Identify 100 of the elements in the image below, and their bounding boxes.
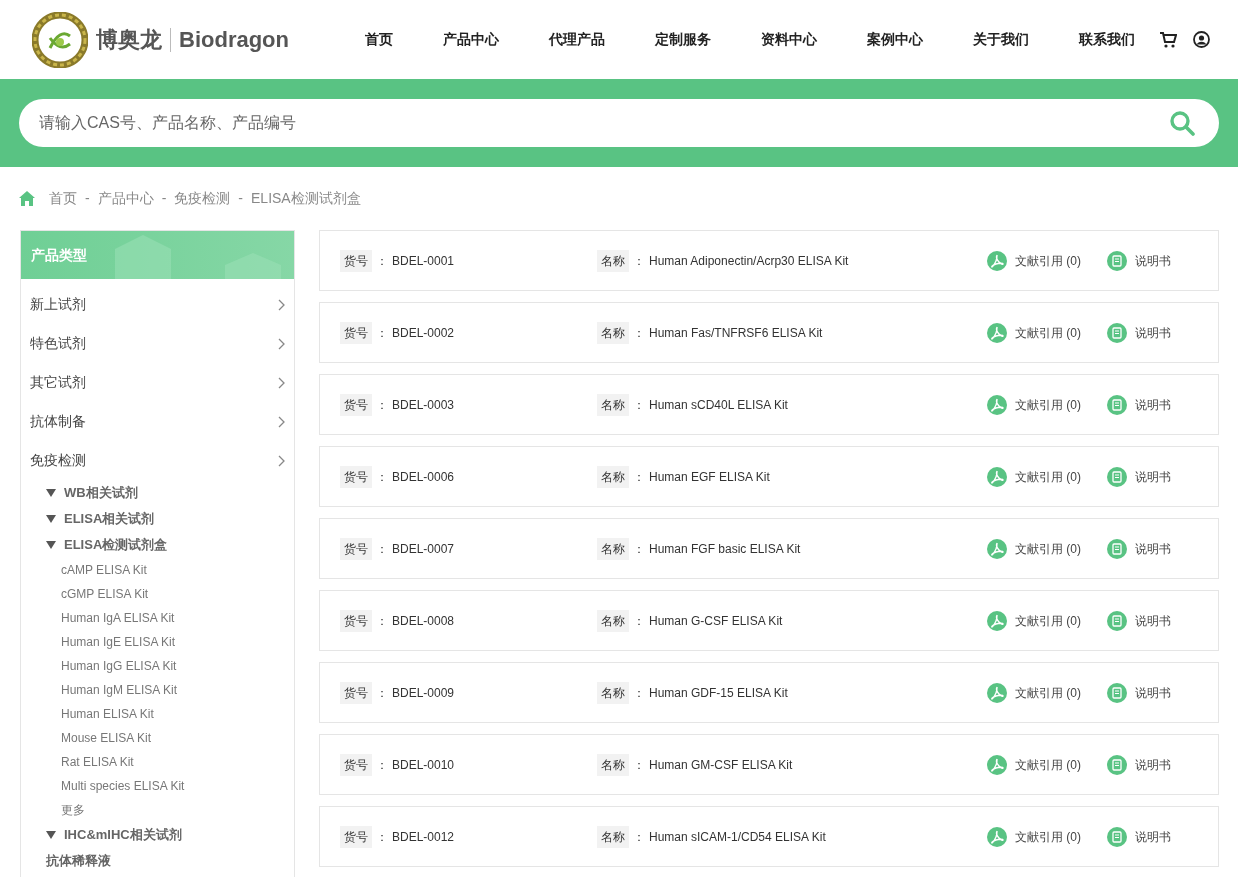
manual-link[interactable]: 说明书	[1135, 467, 1171, 486]
nav-link[interactable]: 关于我们	[973, 29, 1029, 50]
product-code: BDEL-0009	[392, 684, 455, 702]
pdf-icon	[987, 538, 1007, 559]
citations-link[interactable]: 文献引用 (0)	[1015, 683, 1081, 702]
sidebar-subitem[interactable]: Human ELISA Kit	[21, 702, 294, 726]
search-field[interactable]: 请输入CAS号、产品名称、产品编号	[19, 99, 1219, 147]
chevron-right-icon	[277, 337, 285, 350]
breadcrumb-link[interactable]: 产品中心	[97, 188, 154, 209]
nav-link[interactable]: 首页	[365, 29, 393, 50]
nav-link[interactable]: 案例中心	[867, 29, 923, 50]
field-colon: ：	[376, 540, 388, 558]
sidebar-item[interactable]: 抗体制备	[21, 402, 294, 441]
field-label: 货号	[340, 321, 372, 344]
nav-link[interactable]: 联系我们	[1079, 29, 1135, 50]
manual-link[interactable]: 说明书	[1135, 827, 1171, 846]
sidebar-item[interactable]: 特色试剂	[21, 324, 294, 363]
field-label: 名称	[597, 681, 629, 704]
document-icon	[1107, 250, 1127, 271]
sidebar-subitem[interactable]: cGMP ELISA Kit	[21, 582, 294, 606]
field-label: 货号	[340, 249, 372, 272]
product-code: BDEL-0008	[392, 612, 455, 630]
field-label: 货号	[340, 681, 372, 704]
expanded-triangle-icon[interactable]	[46, 540, 56, 550]
field-colon: ：	[633, 756, 645, 774]
sidebar-item[interactable]: 其它试剂	[21, 363, 294, 402]
cart-icon[interactable]	[1159, 30, 1177, 49]
sidebar-subitem[interactable]: Multi species ELISA Kit	[21, 774, 294, 798]
sidebar-subitem[interactable]: Human IgE ELISA Kit	[21, 630, 294, 654]
nav-link[interactable]: 代理产品	[549, 29, 605, 50]
manual-link[interactable]: 说明书	[1135, 683, 1171, 702]
nav-link[interactable]: 产品中心	[443, 29, 499, 50]
product-name: Human Adiponectin/Acrp30 ELISA Kit	[649, 252, 849, 270]
citations-link[interactable]: 文献引用 (0)	[1015, 827, 1081, 846]
field-label: 名称	[597, 537, 629, 560]
field-label: 名称	[597, 825, 629, 848]
sidebar-subitem[interactable]: Human IgG ELISA Kit	[21, 654, 294, 678]
product-code: BDEL-0002	[392, 324, 455, 342]
product-name: Human G-CSF ELISA Kit	[649, 612, 783, 630]
manual-link[interactable]: 说明书	[1135, 395, 1171, 414]
pdf-icon	[987, 394, 1007, 415]
expanded-triangle-icon[interactable]	[46, 830, 56, 840]
citations-link[interactable]: 文献引用 (0)	[1015, 323, 1081, 342]
sidebar-group[interactable]: ELISA检测试剂盒	[64, 535, 168, 555]
document-icon	[1107, 466, 1127, 487]
breadcrumb-link[interactable]: 免疫检测	[174, 188, 231, 209]
field-colon: ：	[376, 252, 388, 270]
sidebar-subitem[interactable]: Human IgA ELISA Kit	[21, 606, 294, 630]
breadcrumb-separator: -	[238, 189, 243, 208]
citations-link[interactable]: 文献引用 (0)	[1015, 395, 1081, 414]
citations-link[interactable]: 文献引用 (0)	[1015, 755, 1081, 774]
citations-link[interactable]: 文献引用 (0)	[1015, 611, 1081, 630]
user-icon[interactable]	[1193, 31, 1210, 48]
sidebar-title: 产品类型	[31, 245, 87, 265]
manual-link[interactable]: 说明书	[1135, 755, 1171, 774]
manual-link[interactable]: 说明书	[1135, 251, 1171, 270]
sidebar-subitem[interactable]: 更多	[21, 798, 294, 822]
citations-link[interactable]: 文献引用 (0)	[1015, 251, 1081, 270]
breadcrumb-link[interactable]: ELISA检测试剂盒	[251, 188, 361, 209]
sidebar-subitem[interactable]: Human IgM ELISA Kit	[21, 678, 294, 702]
nav-link[interactable]: 资料中心	[761, 29, 817, 50]
breadcrumb-link[interactable]: 首页	[49, 188, 77, 209]
field-label: 名称	[597, 321, 629, 344]
field-colon: ：	[633, 684, 645, 702]
sidebar-group[interactable]: IHC&mIHC相关试剂	[64, 825, 182, 845]
sidebar-subitem[interactable]: Rat ELISA Kit	[21, 750, 294, 774]
field-colon: ：	[633, 468, 645, 486]
nav-link[interactable]: 定制服务	[655, 29, 711, 50]
sidebar-item[interactable]: 新上试剂	[21, 285, 294, 324]
field-colon: ：	[376, 828, 388, 846]
citations-link[interactable]: 文献引用 (0)	[1015, 467, 1081, 486]
field-colon: ：	[376, 468, 388, 486]
field-colon: ：	[633, 396, 645, 414]
chevron-right-icon	[277, 376, 285, 389]
sidebar-group[interactable]: 抗体稀释液	[46, 851, 111, 871]
sidebar-subitem[interactable]: Mouse ELISA Kit	[21, 726, 294, 750]
sidebar-subitem[interactable]: cAMP ELISA Kit	[21, 558, 294, 582]
field-label: 货号	[340, 465, 372, 488]
field-colon: ：	[633, 324, 645, 342]
sidebar-group[interactable]: WB相关试剂	[64, 483, 138, 503]
manual-link[interactable]: 说明书	[1135, 611, 1171, 630]
field-label: 货号	[340, 825, 372, 848]
field-colon: ：	[376, 756, 388, 774]
document-icon	[1107, 682, 1127, 703]
brand-name: 博奥龙	[96, 26, 162, 54]
citations-link[interactable]: 文献引用 (0)	[1015, 539, 1081, 558]
chevron-right-icon	[277, 454, 285, 467]
document-icon	[1107, 394, 1127, 415]
manual-link[interactable]: 说明书	[1135, 323, 1171, 342]
product-name: Human sICAM-1/CD54 ELISA Kit	[649, 828, 826, 846]
expanded-triangle-icon[interactable]	[46, 514, 56, 524]
manual-link[interactable]: 说明书	[1135, 539, 1171, 558]
pdf-icon	[987, 466, 1007, 487]
sidebar-group[interactable]: ELISA相关试剂	[64, 509, 155, 529]
sidebar-item[interactable]: 免疫检测	[21, 441, 294, 480]
field-label: 名称	[597, 753, 629, 776]
document-icon	[1107, 610, 1127, 631]
product-name: Human GDF-15 ELISA Kit	[649, 684, 788, 702]
pdf-icon	[987, 250, 1007, 271]
expanded-triangle-icon[interactable]	[46, 488, 56, 498]
